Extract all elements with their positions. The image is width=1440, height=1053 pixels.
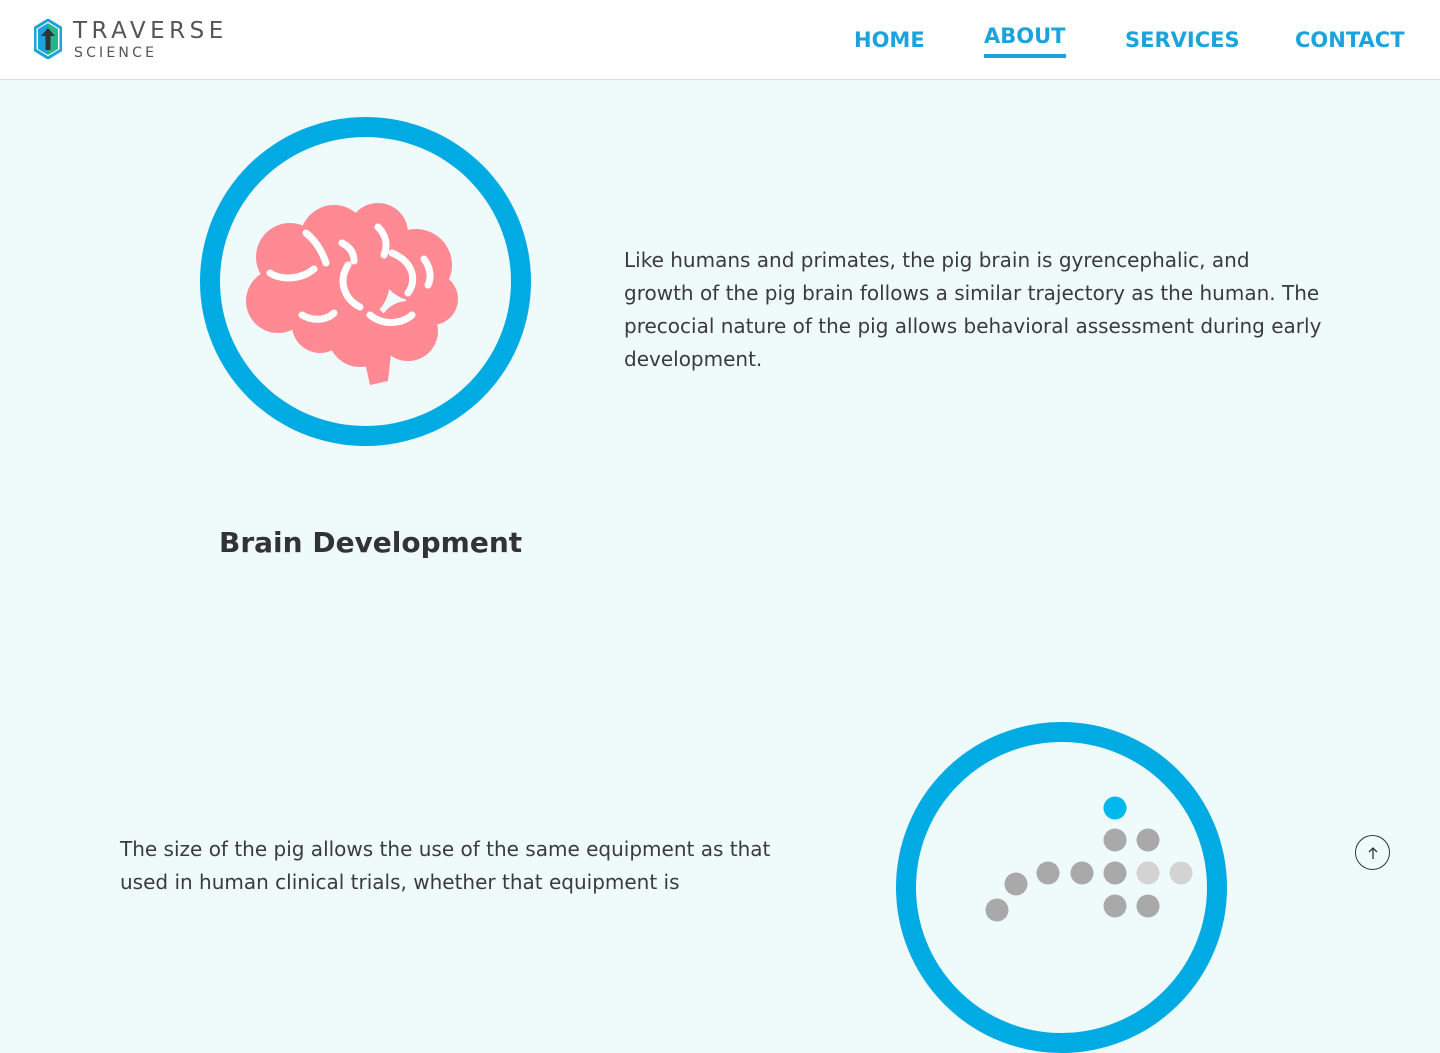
dot-matrix-icon-circle	[896, 722, 1227, 1053]
equipment-description: The size of the pig allows the use of th…	[120, 837, 771, 894]
active-nav-indicator	[984, 54, 1066, 58]
nav-about-link[interactable]: ABOUT	[984, 22, 1066, 58]
logo-arrow-icon	[34, 19, 62, 59]
nav-home-link[interactable]: HOME	[854, 26, 925, 54]
brand-logo[interactable]: TRAVERSE SCIENCE	[34, 18, 254, 62]
dot-matrix-icon	[985, 796, 1193, 922]
brand-name: TRAVERSE	[73, 18, 228, 44]
scroll-to-top-button[interactable]	[1355, 835, 1390, 870]
brand-tagline: SCIENCE	[74, 45, 158, 61]
brain-icon-circle	[200, 117, 531, 446]
nav-about-label: ABOUT	[984, 24, 1066, 48]
top-navigation-bar: TRAVERSE SCIENCE HOME ABOUT SERVICES CON…	[0, 0, 1440, 80]
brain-development-description: Like humans and primates, the pig brain …	[624, 248, 1322, 371]
arrow-up-icon	[1368, 846, 1377, 859]
brain-icon	[246, 203, 458, 385]
brain-development-heading: Brain Development	[219, 526, 523, 559]
nav-services-link[interactable]: SERVICES	[1125, 26, 1240, 54]
nav-contact-link[interactable]: CONTACT	[1295, 26, 1405, 54]
